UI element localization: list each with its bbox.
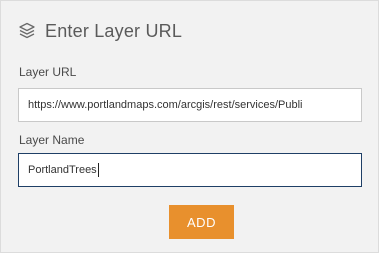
add-button[interactable]: ADD [169, 205, 234, 239]
layer-url-input[interactable]: https://www.portlandmaps.com/arcgis/rest… [18, 88, 362, 122]
layer-name-input[interactable]: PortlandTrees [18, 153, 362, 187]
panel-title: Enter Layer URL [45, 20, 183, 41]
panel-header: Enter Layer URL [17, 17, 182, 45]
layer-name-value: PortlandTrees [28, 164, 97, 176]
layer-name-label: Layer Name [19, 133, 85, 147]
layer-url-value: https://www.portlandmaps.com/arcgis/rest… [28, 99, 303, 111]
enter-layer-url-panel: Enter Layer URL Layer URL https://www.po… [0, 0, 379, 253]
layers-icon [17, 21, 37, 41]
text-cursor [97, 163, 99, 177]
layer-url-label: Layer URL [19, 65, 77, 79]
